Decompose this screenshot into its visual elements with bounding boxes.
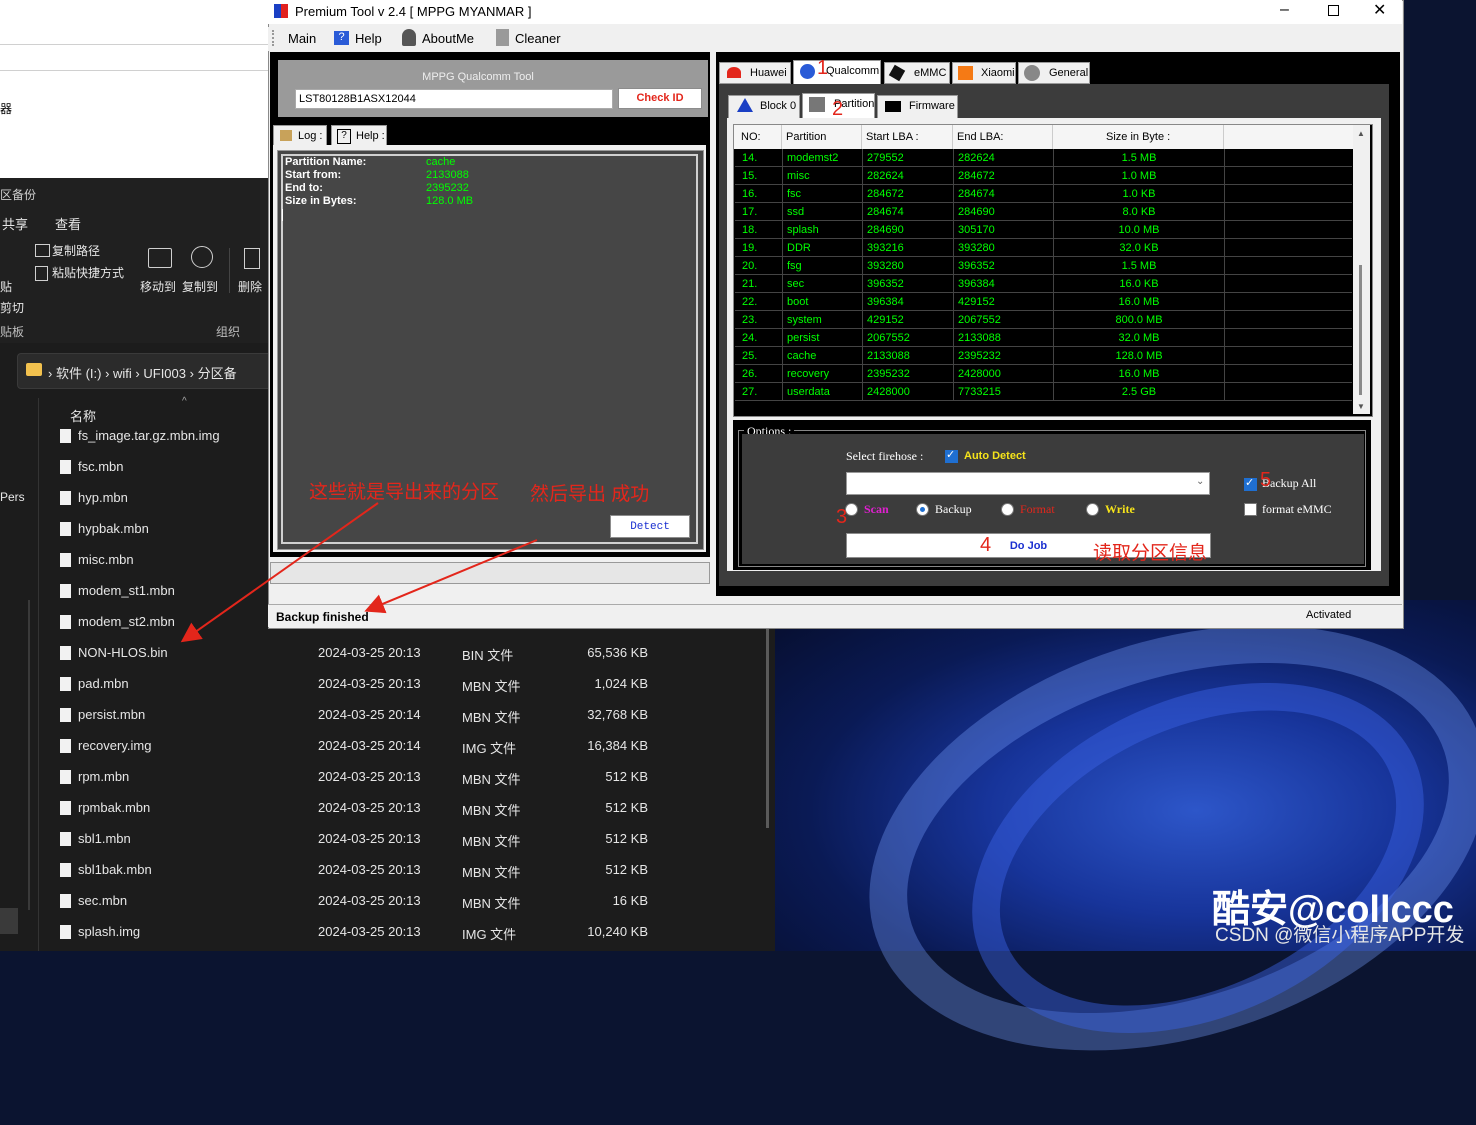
arrow-to-status xyxy=(364,539,538,614)
arrow-to-files xyxy=(180,502,379,643)
watermark-sub: CSDN @微信小程序APP开发 xyxy=(1215,925,1465,946)
annotation-arrows xyxy=(180,502,538,643)
